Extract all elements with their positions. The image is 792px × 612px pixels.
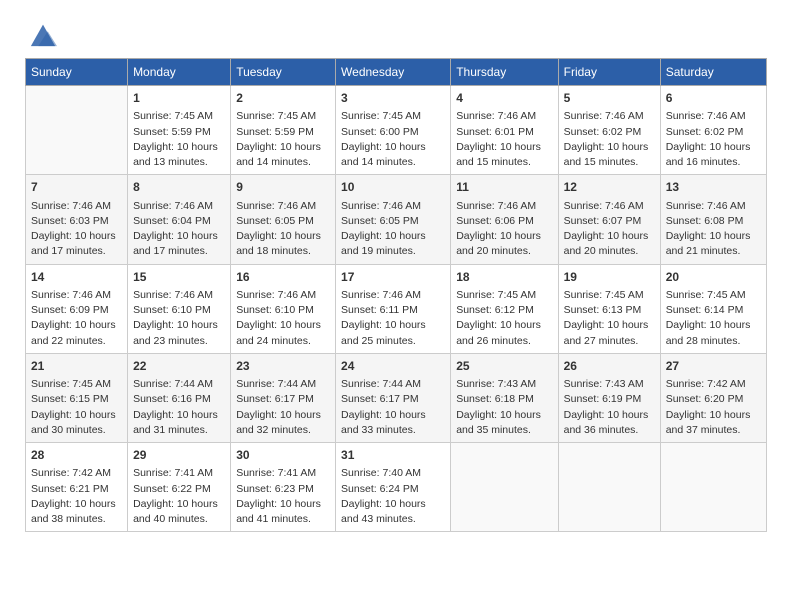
day-number: 18 <box>456 269 552 286</box>
day-number: 12 <box>564 179 655 196</box>
calendar-day-cell: 27Sunrise: 7:42 AMSunset: 6:20 PMDayligh… <box>660 353 766 442</box>
calendar-day-cell: 19Sunrise: 7:45 AMSunset: 6:13 PMDayligh… <box>558 264 660 353</box>
day-number: 2 <box>236 90 330 107</box>
calendar-day-cell: 10Sunrise: 7:46 AMSunset: 6:05 PMDayligh… <box>336 175 451 264</box>
calendar-week-row: 1Sunrise: 7:45 AMSunset: 5:59 PMDaylight… <box>26 86 767 175</box>
day-number: 23 <box>236 358 330 375</box>
calendar-day-cell <box>26 86 128 175</box>
day-of-week-header: Sunday <box>26 59 128 86</box>
day-number: 15 <box>133 269 225 286</box>
logo <box>25 20 57 48</box>
calendar-day-cell: 24Sunrise: 7:44 AMSunset: 6:17 PMDayligh… <box>336 353 451 442</box>
logo-icon <box>29 20 57 48</box>
calendar-day-cell <box>660 443 766 532</box>
calendar-week-row: 21Sunrise: 7:45 AMSunset: 6:15 PMDayligh… <box>26 353 767 442</box>
calendar-day-cell <box>451 443 558 532</box>
calendar-day-cell: 14Sunrise: 7:46 AMSunset: 6:09 PMDayligh… <box>26 264 128 353</box>
calendar-day-cell: 5Sunrise: 7:46 AMSunset: 6:02 PMDaylight… <box>558 86 660 175</box>
calendar-day-cell: 9Sunrise: 7:46 AMSunset: 6:05 PMDaylight… <box>231 175 336 264</box>
day-number: 20 <box>666 269 761 286</box>
calendar-day-cell: 7Sunrise: 7:46 AMSunset: 6:03 PMDaylight… <box>26 175 128 264</box>
day-of-week-header: Tuesday <box>231 59 336 86</box>
calendar-day-cell: 8Sunrise: 7:46 AMSunset: 6:04 PMDaylight… <box>128 175 231 264</box>
calendar-day-cell: 20Sunrise: 7:45 AMSunset: 6:14 PMDayligh… <box>660 264 766 353</box>
day-number: 11 <box>456 179 552 196</box>
calendar-day-cell: 29Sunrise: 7:41 AMSunset: 6:22 PMDayligh… <box>128 443 231 532</box>
calendar-day-cell: 26Sunrise: 7:43 AMSunset: 6:19 PMDayligh… <box>558 353 660 442</box>
page-header <box>10 10 782 53</box>
calendar-day-cell <box>558 443 660 532</box>
day-number: 9 <box>236 179 330 196</box>
day-number: 29 <box>133 447 225 464</box>
day-number: 24 <box>341 358 445 375</box>
calendar-day-cell: 17Sunrise: 7:46 AMSunset: 6:11 PMDayligh… <box>336 264 451 353</box>
calendar-day-cell: 22Sunrise: 7:44 AMSunset: 6:16 PMDayligh… <box>128 353 231 442</box>
day-number: 8 <box>133 179 225 196</box>
day-number: 10 <box>341 179 445 196</box>
day-number: 6 <box>666 90 761 107</box>
calendar-header-row: SundayMondayTuesdayWednesdayThursdayFrid… <box>26 59 767 86</box>
calendar-week-row: 7Sunrise: 7:46 AMSunset: 6:03 PMDaylight… <box>26 175 767 264</box>
day-number: 22 <box>133 358 225 375</box>
calendar-day-cell: 11Sunrise: 7:46 AMSunset: 6:06 PMDayligh… <box>451 175 558 264</box>
day-number: 30 <box>236 447 330 464</box>
calendar-day-cell: 25Sunrise: 7:43 AMSunset: 6:18 PMDayligh… <box>451 353 558 442</box>
day-number: 16 <box>236 269 330 286</box>
calendar-day-cell: 3Sunrise: 7:45 AMSunset: 6:00 PMDaylight… <box>336 86 451 175</box>
day-of-week-header: Monday <box>128 59 231 86</box>
day-number: 28 <box>31 447 122 464</box>
day-number: 4 <box>456 90 552 107</box>
calendar-week-row: 28Sunrise: 7:42 AMSunset: 6:21 PMDayligh… <box>26 443 767 532</box>
calendar-day-cell: 31Sunrise: 7:40 AMSunset: 6:24 PMDayligh… <box>336 443 451 532</box>
calendar-day-cell: 30Sunrise: 7:41 AMSunset: 6:23 PMDayligh… <box>231 443 336 532</box>
day-number: 3 <box>341 90 445 107</box>
day-number: 13 <box>666 179 761 196</box>
day-number: 21 <box>31 358 122 375</box>
day-number: 25 <box>456 358 552 375</box>
day-number: 7 <box>31 179 122 196</box>
day-number: 17 <box>341 269 445 286</box>
calendar-day-cell: 15Sunrise: 7:46 AMSunset: 6:10 PMDayligh… <box>128 264 231 353</box>
day-number: 26 <box>564 358 655 375</box>
day-of-week-header: Wednesday <box>336 59 451 86</box>
calendar-table: SundayMondayTuesdayWednesdayThursdayFrid… <box>25 58 767 532</box>
calendar-day-cell: 16Sunrise: 7:46 AMSunset: 6:10 PMDayligh… <box>231 264 336 353</box>
day-number: 1 <box>133 90 225 107</box>
calendar-day-cell: 6Sunrise: 7:46 AMSunset: 6:02 PMDaylight… <box>660 86 766 175</box>
day-of-week-header: Friday <box>558 59 660 86</box>
calendar-day-cell: 4Sunrise: 7:46 AMSunset: 6:01 PMDaylight… <box>451 86 558 175</box>
day-of-week-header: Saturday <box>660 59 766 86</box>
calendar-day-cell: 21Sunrise: 7:45 AMSunset: 6:15 PMDayligh… <box>26 353 128 442</box>
calendar-day-cell: 2Sunrise: 7:45 AMSunset: 5:59 PMDaylight… <box>231 86 336 175</box>
calendar-day-cell: 18Sunrise: 7:45 AMSunset: 6:12 PMDayligh… <box>451 264 558 353</box>
calendar-day-cell: 13Sunrise: 7:46 AMSunset: 6:08 PMDayligh… <box>660 175 766 264</box>
calendar-day-cell: 1Sunrise: 7:45 AMSunset: 5:59 PMDaylight… <box>128 86 231 175</box>
calendar-day-cell: 23Sunrise: 7:44 AMSunset: 6:17 PMDayligh… <box>231 353 336 442</box>
calendar-day-cell: 28Sunrise: 7:42 AMSunset: 6:21 PMDayligh… <box>26 443 128 532</box>
day-number: 31 <box>341 447 445 464</box>
calendar-day-cell: 12Sunrise: 7:46 AMSunset: 6:07 PMDayligh… <box>558 175 660 264</box>
calendar-week-row: 14Sunrise: 7:46 AMSunset: 6:09 PMDayligh… <box>26 264 767 353</box>
day-number: 27 <box>666 358 761 375</box>
day-of-week-header: Thursday <box>451 59 558 86</box>
day-number: 5 <box>564 90 655 107</box>
day-number: 14 <box>31 269 122 286</box>
day-number: 19 <box>564 269 655 286</box>
